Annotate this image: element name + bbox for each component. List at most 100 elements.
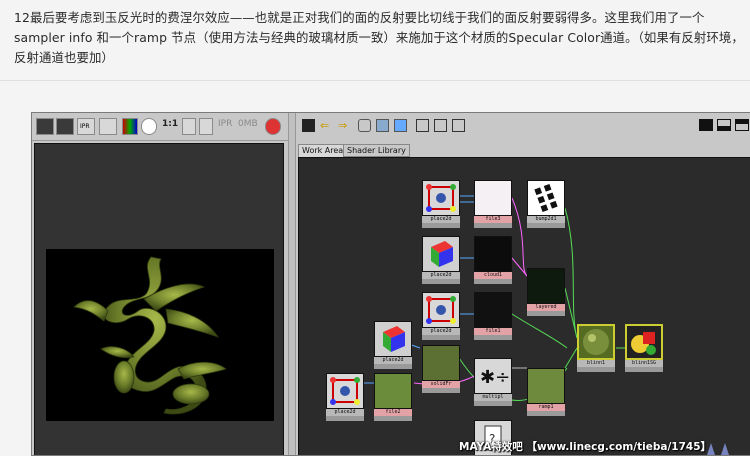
node-ports [374,364,412,369]
fractal-swatch-icon [422,345,460,381]
node-label: file3 [474,216,512,223]
node-label: place2d [422,272,460,279]
ramp-swatch-icon [527,368,565,404]
node-blinnsg[interactable]: blinn1SG [625,324,663,372]
rubiks-cube-icon [422,236,460,272]
arrow-left-icon[interactable]: ⇐ [320,119,333,132]
jade-sculpture-image [73,256,227,415]
clapper-icon[interactable] [36,118,54,135]
ipr-render-button[interactable]: IPR [77,118,95,135]
node-ports [527,223,565,228]
alpha-channel-icon[interactable] [141,118,157,135]
node-layered[interactable]: layered [527,268,565,316]
arrow-right-icon[interactable]: ⇒ [338,119,351,132]
node-ports [326,416,364,421]
keep-image-icon[interactable] [182,118,196,135]
node-ports [422,279,460,284]
file-swatch-icon [374,373,412,409]
node-place2d-4[interactable]: place2d [374,321,412,369]
tab-shader-library[interactable]: Shader Library [343,144,410,157]
render-canvas [34,143,284,455]
layout-single-icon[interactable] [699,119,713,131]
snapshot-icon[interactable] [99,118,117,135]
shading-group-icon [625,324,663,360]
svg-text:✱÷: ✱÷ [480,367,510,388]
node-label: cloud1 [474,272,512,279]
node-file1[interactable]: file1 [474,292,512,340]
cat-ears-icon [707,443,729,455]
node-label: multipl [474,394,512,401]
node-ports [474,279,512,284]
node-place2d-2[interactable]: place2d [422,236,460,284]
panel-divider[interactable] [288,113,296,455]
layout-split-icon[interactable] [717,119,731,131]
node-blinn[interactable]: blinn1 [577,324,615,372]
node-ports [577,367,615,372]
hypershade-graph: place2d file3 bump2d1 place2d cloud1 lay… [298,157,750,455]
bump-swatch-icon [527,180,565,216]
rgb-channel-icon[interactable] [122,118,138,135]
layout-split-bottom-icon[interactable] [735,119,749,131]
node-bump2d[interactable]: bump2d1 [527,180,565,228]
ipr-stop-icon[interactable] [265,118,281,135]
node-label: place2d [326,409,364,416]
node-label: layered [527,304,565,311]
layered-swatch-icon [527,268,565,304]
node-solidfractal[interactable]: solidFr [422,345,460,393]
place2d-swatch-icon [326,373,364,409]
article-paragraph: 12最后要考虑到玉反光时的费涅尔效应——也就是正对我们的面的反射要比切线于我们的… [14,10,744,65]
tab-work-area[interactable]: Work Area [298,144,348,157]
node-ports [422,223,460,228]
node-ports [422,335,460,340]
node-multiply[interactable]: ✱÷ multipl [474,358,512,406]
node-file3[interactable]: file3 [474,180,512,228]
input-connections-icon[interactable] [416,119,429,132]
node-label: bump2d1 [527,216,565,223]
network-icon[interactable] [394,119,407,132]
node-ports [527,311,565,316]
pause-icon[interactable] [199,118,213,135]
rearrange-icon[interactable] [376,119,389,132]
node-ports [625,367,663,372]
memory-label: 0MB [238,119,258,129]
node-ports [527,411,565,416]
node-label: file1 [474,328,512,335]
output-connections-icon[interactable] [452,119,465,132]
multiply-divide-icon: ✱÷ [474,358,512,394]
node-label: ramp1 [527,404,565,411]
connection-lines [363,195,625,401]
cloud-swatch-icon [474,236,512,272]
ipr-label: IPR [80,123,90,130]
node-ports [474,223,512,228]
rubiks-cube-icon [374,321,412,357]
node-ramp[interactable]: ramp1 [527,368,565,416]
divider-line [0,80,750,81]
node-place2d-1[interactable]: place2d [422,180,460,228]
node-ports [374,416,412,421]
io-connections-icon[interactable] [434,119,447,132]
render-region-icon[interactable] [56,118,74,135]
node-label: solidFr [422,381,460,388]
node-cloud[interactable]: cloud1 [474,236,512,284]
node-ports [474,401,512,406]
place2d-swatch-icon [422,292,460,328]
node-label: blinn1 [577,360,615,367]
file-swatch-icon [474,180,512,216]
hypershade-toolbar: ⇐ ⇒ [296,113,750,141]
node-label: place2d [422,216,460,223]
eraser-icon[interactable] [358,119,371,132]
render-view-panel: IPR 1:1 IPR 0MB [32,113,288,455]
graph-icon[interactable] [302,119,315,132]
node-place2d-3[interactable]: place2d [422,292,460,340]
ratio-label[interactable]: 1:1 [162,119,178,129]
jade-render-image [46,249,274,421]
render-toolbar: IPR 1:1 IPR 0MB [32,113,288,141]
blinn-swatch-icon [577,324,615,360]
node-file2[interactable]: file2 [374,373,412,421]
page: 12最后要考虑到玉反光时的费涅尔效应——也就是正对我们的面的反射要比切线于我们的… [0,0,750,456]
node-label: file2 [374,409,412,416]
node-ports [422,388,460,393]
file-swatch-icon [474,292,512,328]
node-label: place2d [422,328,460,335]
node-place2d-5[interactable]: place2d [326,373,364,421]
